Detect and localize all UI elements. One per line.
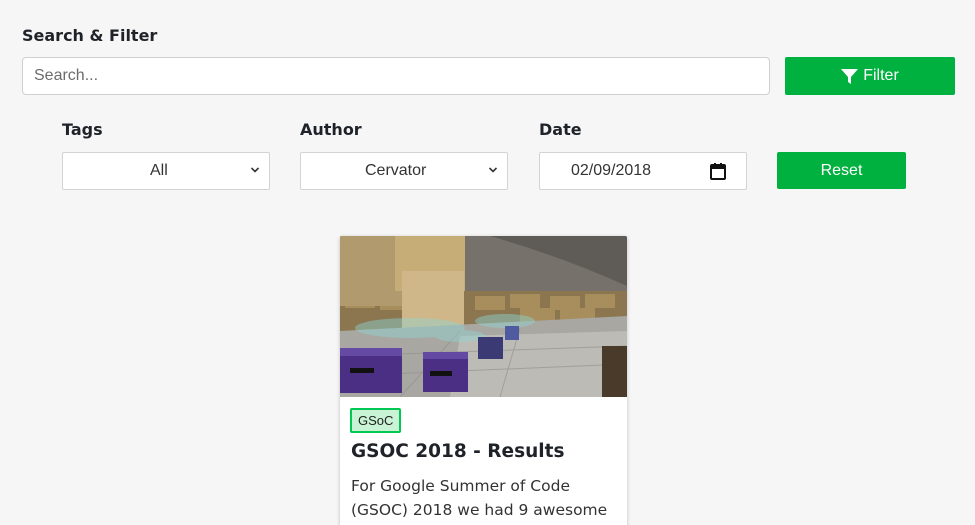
post-title[interactable]: GSOC 2018 - Results <box>351 441 564 462</box>
search-input[interactable] <box>22 57 770 95</box>
tags-select-value: All <box>150 162 168 179</box>
author-select[interactable]: Cervator <box>300 152 508 190</box>
filter-button[interactable]: Filter <box>785 57 955 95</box>
post-tag-badge[interactable]: GSoC <box>350 408 402 433</box>
post-thumbnail <box>340 236 627 397</box>
funnel-icon <box>841 68 859 84</box>
date-input[interactable]: 02/09/2018 <box>539 152 747 190</box>
post-description: For Google Summer of Code (GSOC) 2018 we… <box>351 477 608 519</box>
post-card[interactable]: GSoC GSOC 2018 - Results For Google Summ… <box>340 236 627 525</box>
tags-label: Tags <box>62 120 103 139</box>
reset-button[interactable]: Reset <box>777 152 906 189</box>
filter-button-label: Filter <box>863 67 899 84</box>
author-select-value: Cervator <box>365 162 427 179</box>
calendar-icon[interactable] <box>710 163 726 180</box>
section-title: Search & Filter <box>22 26 158 45</box>
date-label: Date <box>539 120 582 139</box>
author-label: Author <box>300 120 362 139</box>
tags-select[interactable]: All <box>62 152 270 190</box>
date-input-value: 02/09/2018 <box>571 162 652 179</box>
chevron-down-icon <box>489 167 497 173</box>
chevron-down-icon <box>251 167 259 173</box>
